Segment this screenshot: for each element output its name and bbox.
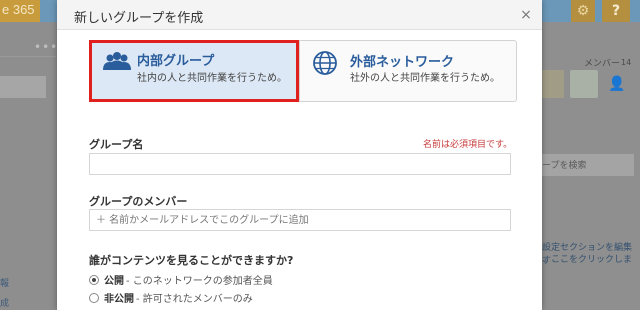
visibility-private-option[interactable]: 非公開 - 許可されたメンバーのみ	[89, 290, 253, 305]
group-name-input[interactable]	[89, 153, 511, 175]
left-link[interactable]: 成	[0, 296, 9, 309]
private-label: 非公開	[104, 294, 134, 305]
brand-label: e 365	[0, 0, 40, 22]
external-network-title: 外部ネットワーク	[350, 55, 455, 70]
edit-settings-link[interactable]: 、ここをクリックしま	[542, 252, 632, 265]
internal-group-option[interactable]: 内部グループ 社内の人と共同作業を行うため。	[89, 40, 299, 102]
left-nav-item[interactable]	[0, 76, 46, 98]
avatar[interactable]	[542, 70, 564, 98]
group-name-label: グループ名	[89, 138, 144, 151]
radio-private[interactable]	[89, 292, 99, 303]
public-label: 公開	[104, 276, 124, 287]
left-panel	[0, 22, 56, 310]
group-members-input[interactable]	[89, 209, 511, 231]
private-description: - 許可されたメンバーのみ	[136, 294, 253, 305]
left-divider	[0, 56, 56, 57]
radio-public[interactable]	[89, 274, 99, 285]
people-icon	[103, 52, 131, 70]
public-description: - このネットワークの参加者全員	[126, 276, 273, 287]
members-label: メンバー	[584, 59, 621, 69]
dialog-header: 新しいグループを作成 ×	[57, 0, 542, 30]
dialog-title: 新しいグループを作成	[74, 11, 204, 26]
internal-group-title: 内部グループ	[137, 54, 215, 69]
members-count: 14	[621, 58, 632, 67]
visibility-public-option[interactable]: 公開 - このネットワークの参加者全員	[89, 272, 273, 287]
add-person-icon[interactable]: 👤	[608, 76, 625, 92]
help-button[interactable]: ?	[602, 0, 630, 22]
visibility-label: 誰がコンテンツを見ることができますか?	[89, 254, 294, 267]
group-members-label: グループのメンバー	[89, 195, 188, 208]
gear-icon[interactable]: ⚙	[571, 0, 595, 22]
avatar[interactable]	[570, 70, 598, 98]
external-network-description: 社外の人と共同作業を行うため。	[350, 73, 500, 84]
left-link[interactable]: 報	[0, 276, 9, 289]
globe-icon	[313, 51, 337, 75]
more-icon[interactable]: •••	[34, 40, 58, 54]
people-search-input[interactable]: ープを検索	[542, 154, 634, 176]
close-button[interactable]: ×	[519, 8, 533, 22]
internal-group-description: 社内の人と共同作業を行うため。	[137, 73, 287, 84]
required-note: 名前は必須項目です。	[423, 140, 513, 150]
external-network-option[interactable]: 外部ネットワーク 社外の人と共同作業を行うため。	[299, 40, 517, 102]
create-group-dialog: 新しいグループを作成 × 内部グループ 社内の人と共同作業を行うため。 外部ネッ…	[57, 0, 542, 310]
